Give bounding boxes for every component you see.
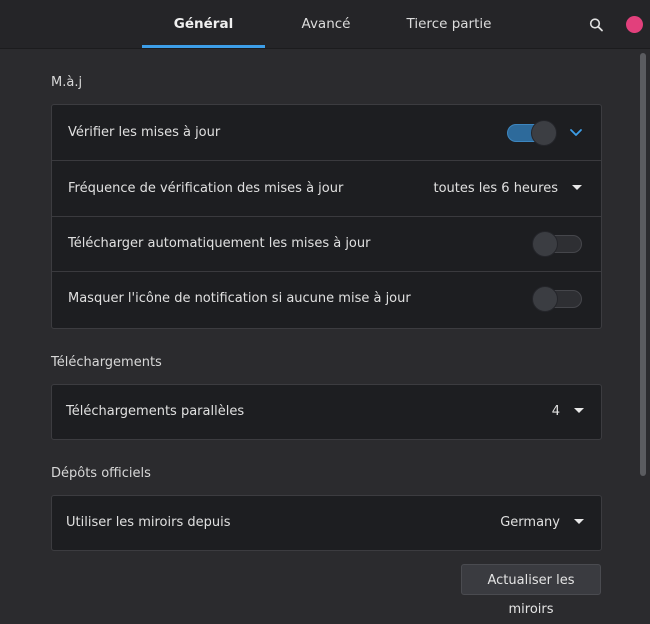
row-parallel-downloads: Téléchargements parallèles 4	[52, 385, 601, 439]
hide-tray-icon-toggle[interactable]	[532, 286, 582, 312]
scrollbar-thumb[interactable]	[640, 53, 646, 476]
tab-advanced[interactable]: Avancé	[276, 0, 376, 48]
row-label: Fréquence de vérification des mises à jo…	[68, 181, 344, 196]
refresh-mirrors-button[interactable]: Actualiser les miroirs	[461, 564, 601, 617]
updates-panel: Vérifier les mises à jour Fréquence de v…	[51, 104, 602, 329]
dropdown-value: toutes les 6 heures	[433, 181, 558, 196]
frequency-dropdown[interactable]: toutes les 6 heures	[433, 161, 582, 216]
tab-general[interactable]: Général	[142, 0, 265, 48]
row-label: Masquer l'icône de notification si aucun…	[68, 291, 411, 306]
row-label: Utiliser les miroirs depuis	[66, 515, 231, 530]
header-bar: Général Avancé Tierce partie	[0, 0, 650, 49]
caret-down-icon	[574, 408, 584, 413]
auto-download-toggle[interactable]	[532, 231, 582, 257]
close-button[interactable]	[626, 16, 643, 33]
row-hide-tray-icon: Masquer l'icône de notification si aucun…	[52, 271, 601, 326]
toggle-knob	[532, 286, 558, 312]
row-label: Télécharger automatiquement les mises à …	[68, 236, 371, 251]
expand-button[interactable]	[567, 125, 585, 141]
parallel-downloads-dropdown[interactable]: 4	[552, 385, 584, 439]
caret-down-icon	[574, 519, 584, 524]
toggle-knob	[532, 231, 558, 257]
dropdown-value: Germany	[500, 515, 560, 530]
downloads-panel: Téléchargements parallèles 4	[51, 384, 602, 440]
row-label: Vérifier les mises à jour	[68, 125, 221, 140]
dropdown-value: 4	[551, 404, 560, 419]
row-label: Téléchargements parallèles	[66, 404, 245, 419]
row-check-frequency: Fréquence de vérification des mises à jo…	[52, 161, 601, 217]
section-title-updates: M.à.j	[51, 75, 83, 90]
search-button[interactable]	[585, 13, 609, 37]
section-title-downloads: Téléchargements	[51, 355, 162, 370]
toggle-knob	[531, 120, 557, 146]
check-updates-toggle[interactable]	[507, 120, 557, 146]
official-repos-panel: Utiliser les miroirs depuis Germany	[51, 495, 602, 551]
vertical-scrollbar[interactable]	[637, 49, 650, 619]
search-icon	[589, 18, 603, 32]
row-check-updates: Vérifier les mises à jour	[52, 105, 601, 161]
row-auto-download: Télécharger automatiquement les mises à …	[52, 216, 601, 272]
caret-down-icon	[572, 185, 582, 190]
mirrors-country-dropdown[interactable]: Germany	[500, 496, 584, 550]
chevron-down-icon	[570, 129, 582, 136]
settings-content: M.à.j Vérifier les mises à jour Fréquenc…	[0, 49, 636, 619]
tab-third-party[interactable]: Tierce partie	[393, 0, 505, 48]
section-title-official-repos: Dépôts officiels	[51, 466, 151, 481]
row-mirrors-country: Utiliser les miroirs depuis Germany	[52, 496, 601, 550]
